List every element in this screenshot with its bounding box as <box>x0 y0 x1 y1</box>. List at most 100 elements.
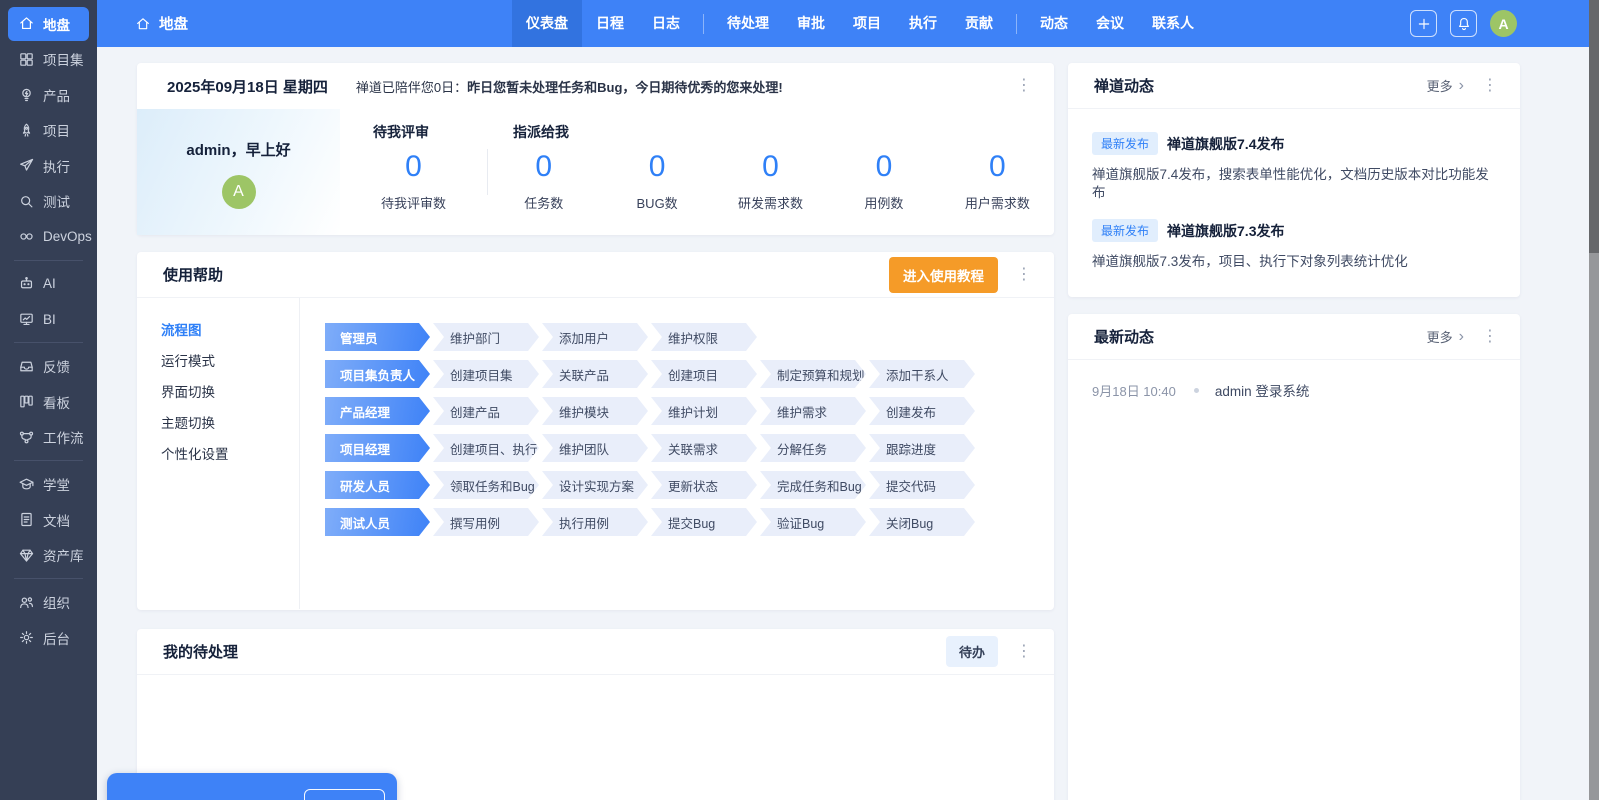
flow-step-chevron[interactable]: 关联产品 <box>542 360 648 388</box>
top-tab[interactable]: 动态 <box>1026 0 1082 47</box>
sidebar-item-admin[interactable]: 后台 <box>8 621 89 655</box>
tutorial-button[interactable]: 进入使用教程 <box>889 257 998 293</box>
more-link[interactable]: 更多 › <box>1427 327 1464 346</box>
sidebar-item-test[interactable]: 测试 <box>8 184 89 218</box>
sidebar-item-product[interactable]: 产品 <box>8 78 89 112</box>
sidebar-item-org[interactable]: 组织 <box>8 585 89 619</box>
flow-step-chevron[interactable]: 维护部门 <box>433 323 539 351</box>
create-button[interactable] <box>1410 10 1437 37</box>
help-tab[interactable]: 运行模式 <box>161 353 299 370</box>
help-tab[interactable]: 界面切换 <box>161 384 299 401</box>
sidebar-item-projectset[interactable]: 项目集 <box>8 42 89 76</box>
user-avatar[interactable]: A <box>1490 10 1517 37</box>
top-tab[interactable]: 日程 <box>582 0 638 47</box>
flow-step-chevron[interactable]: 创建项目 <box>651 360 757 388</box>
top-tab[interactable]: 审批 <box>783 0 839 47</box>
help-tab[interactable]: 个性化设置 <box>161 446 299 463</box>
flow-step-chevron[interactable]: 创建产品 <box>433 397 539 425</box>
news-title[interactable]: 禅道旗舰版7.3发布 <box>1167 221 1284 241</box>
sidebar-item-devops[interactable]: DevOps <box>8 220 89 254</box>
flow-step-chevron[interactable]: 创建项目、执行 <box>433 434 539 462</box>
right-column: 禅道动态 更多 › ⋮ 最新发布禅道旗舰版7.4发布禅道旗舰版7.4发布，搜索表… <box>1068 63 1520 800</box>
flow-step-chevron[interactable]: 维护计划 <box>651 397 757 425</box>
help-tab[interactable]: 主题切换 <box>161 415 299 432</box>
kebab-menu-icon[interactable]: ⋮ <box>1012 76 1036 96</box>
flow-step-chevron[interactable]: 添加用户 <box>542 323 648 351</box>
sidebar-item-asset[interactable]: 资产库 <box>8 538 89 572</box>
flow-step-chevron[interactable]: 维护需求 <box>760 397 866 425</box>
top-tab[interactable]: 执行 <box>895 0 951 47</box>
stat-label: 任务数 <box>524 193 563 212</box>
flow-step-chevron[interactable]: 执行用例 <box>542 508 648 536</box>
breadcrumb[interactable]: 地盘 <box>135 13 188 34</box>
top-tab[interactable]: 仪表盘 <box>512 0 582 47</box>
todo-filter-button[interactable]: 待办 <box>946 636 998 667</box>
flow-step-chevron[interactable]: 创建项目集 <box>433 360 539 388</box>
sidebar-item-ai[interactable]: AI <box>8 267 89 301</box>
greeting-message: 禅道已陪伴您0日：昨日您暂未处理任务和Bug，今日期待优秀的您来处理! <box>356 77 783 96</box>
toast-button[interactable] <box>304 789 385 800</box>
sidebar-item-label: 测试 <box>43 191 70 211</box>
sidebar-item-doc[interactable]: 文档 <box>8 503 89 537</box>
page-scrollbar-track[interactable] <box>1589 0 1599 800</box>
stat-value[interactable]: 0 <box>649 150 666 184</box>
flow-step-chevron[interactable]: 添加干系人 <box>869 360 975 388</box>
kebab-menu-icon[interactable]: ⋮ <box>1478 327 1502 347</box>
sidebar-item-kanban[interactable]: 看板 <box>8 385 89 419</box>
kebab-menu-icon[interactable]: ⋮ <box>1012 642 1036 662</box>
flow-step-chevron[interactable]: 设计实现方案 <box>542 471 648 499</box>
product-icon <box>18 86 35 103</box>
flow-step-chevron[interactable]: 维护模块 <box>542 397 648 425</box>
news-title[interactable]: 禅道旗舰版7.4发布 <box>1167 134 1284 154</box>
flow-step-chevron[interactable]: 分解任务 <box>760 434 866 462</box>
flow-step-chevron[interactable]: 提交代码 <box>869 471 975 499</box>
flow-step-chevron[interactable]: 维护权限 <box>651 323 757 351</box>
user-avatar-large[interactable]: A <box>222 175 256 209</box>
sidebar-item-bi[interactable]: BI <box>8 302 89 336</box>
sidebar-item-label: 产品 <box>43 85 70 105</box>
flow-step-chevron[interactable]: 提交Bug <box>651 508 757 536</box>
top-nav-divider <box>703 14 704 34</box>
flow-step-chevron[interactable]: 撰写用例 <box>433 508 539 536</box>
sidebar-item-execution[interactable]: 执行 <box>8 149 89 183</box>
kebab-menu-icon[interactable]: ⋮ <box>1478 76 1502 96</box>
help-tab[interactable]: 流程图 <box>161 322 299 339</box>
flow-step-chevron[interactable]: 关闭Bug <box>869 508 975 536</box>
sidebar-item-school[interactable]: 学堂 <box>8 467 89 501</box>
stat-value[interactable]: 0 <box>405 150 422 184</box>
news-item[interactable]: 最新发布禅道旗舰版7.3发布禅道旗舰版7.3发布，项目、执行下对象列表统计优化 <box>1092 219 1496 271</box>
top-tab[interactable]: 贡献 <box>951 0 1007 47</box>
top-tab[interactable]: 项目 <box>839 0 895 47</box>
flow-step-chevron[interactable]: 领取任务和Bug <box>433 471 539 499</box>
stat-value[interactable]: 0 <box>762 150 779 184</box>
notifications-button[interactable] <box>1450 10 1477 37</box>
sidebar-item-workflow[interactable]: 工作流 <box>8 420 89 454</box>
sidebar-item-label: 项目集 <box>43 49 84 69</box>
sidebar-item-feedback[interactable]: 反馈 <box>8 349 89 383</box>
top-tab[interactable]: 会议 <box>1082 0 1138 47</box>
stat-column: 0 任务数 <box>487 142 600 235</box>
stat-value[interactable]: 0 <box>989 150 1006 184</box>
stat-value[interactable]: 0 <box>535 150 552 184</box>
more-link[interactable]: 更多 › <box>1427 76 1464 95</box>
stat-column: 0用例数 <box>827 142 940 235</box>
flow-step-chevron[interactable]: 验证Bug <box>760 508 866 536</box>
flow-step-chevron[interactable]: 更新状态 <box>651 471 757 499</box>
greeting-card-body: admin，早上好 A 待我评审0待我评审数指派给我0任务数0BUG数0研发需求… <box>137 109 1054 235</box>
flow-step-chevron[interactable]: 完成任务和Bug <box>760 471 866 499</box>
flow-step-chevron[interactable]: 跟踪进度 <box>869 434 975 462</box>
flow-step-chevron[interactable]: 创建发布 <box>869 397 975 425</box>
top-tab[interactable]: 日志 <box>638 0 694 47</box>
top-tab[interactable]: 联系人 <box>1138 0 1208 47</box>
flow-step-chevron[interactable]: 关联需求 <box>651 434 757 462</box>
flow-step-chevron[interactable]: 维护团队 <box>542 434 648 462</box>
top-tab[interactable]: 待处理 <box>713 0 783 47</box>
stat-value[interactable]: 0 <box>876 150 893 184</box>
sidebar-item-home[interactable]: 地盘 <box>8 7 89 41</box>
page-scrollbar-thumb[interactable] <box>1589 0 1599 253</box>
flow-step-chevron[interactable]: 制定预算和规划 <box>760 360 866 388</box>
kebab-menu-icon[interactable]: ⋮ <box>1012 265 1036 285</box>
news-item[interactable]: 最新发布禅道旗舰版7.4发布禅道旗舰版7.4发布，搜索表单性能优化，文档历史版本… <box>1092 132 1496 202</box>
stats-groups: 待我评审0待我评审数指派给我0任务数0BUG数0研发需求数0用例数0用户需求数 <box>340 109 1054 235</box>
sidebar-item-project[interactable]: 项目 <box>8 113 89 147</box>
